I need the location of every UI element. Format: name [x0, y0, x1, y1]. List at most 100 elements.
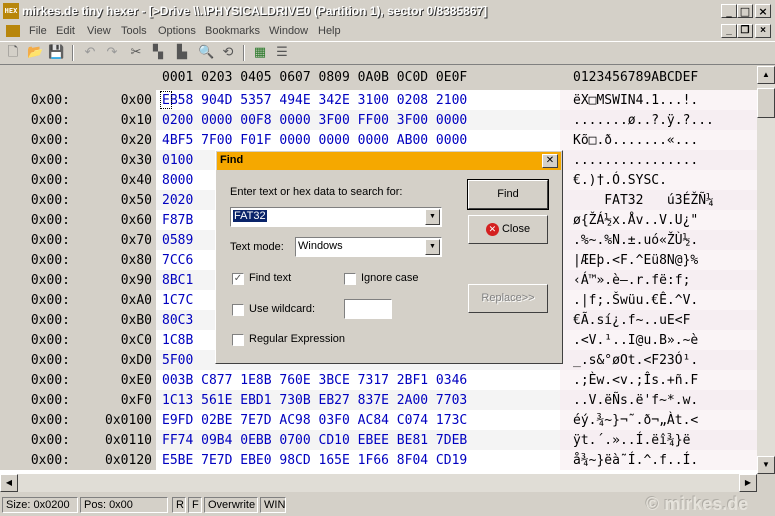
hex-bytes[interactable]: E5BE 7E7D EBE0 98CD 165E 1F66 8F04 CD19	[162, 453, 467, 468]
list-icon[interactable]: ☰	[274, 45, 290, 61]
menu-window[interactable]: Window	[269, 25, 308, 37]
row-address: 0x00: 0x70	[0, 230, 156, 250]
regex-checkbox[interactable]	[232, 334, 244, 346]
text-mode-select[interactable]: Windows ▼	[295, 237, 442, 257]
ascii-bytes[interactable]: ÿt.´.»..Í.ëî¾}ë	[573, 433, 690, 448]
open-icon[interactable]: 📂	[27, 45, 43, 61]
menu-view[interactable]: View	[87, 25, 111, 37]
chevron-down-icon[interactable]: ▼	[425, 239, 440, 255]
cut-icon[interactable]: ✂	[128, 45, 144, 61]
hex-bytes[interactable]: 1C13 561E EBD1 730B EB27 837E 2A00 7703	[162, 393, 467, 408]
app-icon[interactable]: HEX	[3, 3, 19, 19]
ascii-bytes[interactable]: .......ø..?.ÿ.?...	[573, 113, 714, 128]
horizontal-scrollbar[interactable]: ◀ ▶	[0, 474, 757, 492]
ascii-bytes[interactable]: .<V.¹..I@u.B».~è	[573, 333, 698, 348]
hex-bytes[interactable]: EB58 904D 5357 494E 342E 3100 0208 2100	[162, 93, 467, 108]
ascii-bytes[interactable]: €Ã.sí¿.f~..uE<F	[573, 313, 690, 328]
minimize-button[interactable]: _	[721, 4, 737, 18]
ascii-bytes[interactable]: .%~.%N.±.uó«ŽÙ½.	[573, 233, 698, 248]
vertical-scrollbar[interactable]: ▲ ▼	[757, 66, 775, 474]
wildcard-input[interactable]	[344, 299, 392, 319]
menu-edit[interactable]: Edit	[56, 25, 75, 37]
close-button[interactable]: ×	[755, 4, 771, 18]
address-offset: 0x0100	[105, 413, 152, 428]
address-offset: 0x60	[120, 213, 152, 228]
scroll-down-button[interactable]: ▼	[757, 456, 775, 474]
ascii-bytes[interactable]: _.s&°øOt.<F23Ó¹.	[573, 353, 698, 368]
replace-icon[interactable]: ⟲	[220, 45, 236, 61]
menu-options[interactable]: Options	[158, 25, 196, 37]
table-row[interactable]: 0x00: 0x20 4BF5 7F00 F01F 0000 0000 0000 A…	[0, 130, 757, 150]
search-input[interactable]: FAT32 ▼	[230, 207, 442, 227]
ignore-case-checkbox[interactable]	[344, 273, 356, 285]
hex-bytes[interactable]: FF74 09B4 0EBB 0700 CD10 EBEE BE81 7DEB	[162, 433, 467, 448]
ascii-bytes[interactable]: ø{ŽÁ½x.Åv..V.U¿"	[573, 213, 698, 228]
hex-bytes[interactable]: 4BF5 7F00 F01F 0000 0000 0000 AB00 0000	[162, 133, 467, 148]
table-row[interactable]: 0x00: 0x00 EB58 904D 5357 494E 342E 3100 0…	[0, 90, 757, 110]
mdi-restore-button[interactable]: ❐	[737, 24, 753, 38]
scroll-thumb[interactable]	[757, 88, 775, 118]
copy-icon[interactable]: ▚	[150, 45, 166, 61]
new-icon[interactable]: 🗋	[5, 45, 21, 61]
hex-bytes[interactable]: 0200 0000 00F8 0000 3F00 FF00 3F00 0000	[162, 113, 467, 128]
hex-bytes[interactable]: F87B	[162, 213, 193, 228]
find-text-checkbox[interactable]: ✓	[232, 273, 244, 285]
mdi-close-button[interactable]: ×	[755, 24, 771, 38]
dialog-close-button[interactable]: ✕	[542, 154, 558, 168]
menu-tools[interactable]: Tools	[121, 25, 147, 37]
ascii-bytes[interactable]: Kõ□.ð.......«...	[573, 133, 698, 148]
hex-bytes[interactable]: 1C8B	[162, 333, 193, 348]
ascii-bytes[interactable]: ëX□MSWIN4.1...!.	[573, 93, 698, 108]
ascii-bytes[interactable]: FAT32 ú3ÉŽÑ¼	[573, 193, 714, 208]
table-row[interactable]: 0x00: 0xF0 1C13 561E EBD1 730B EB27 837E 2…	[0, 390, 757, 410]
address-offset: 0x0120	[105, 453, 152, 468]
chevron-down-icon[interactable]: ▼	[425, 209, 440, 225]
scroll-right-button[interactable]: ▶	[739, 474, 757, 492]
hex-bytes[interactable]: 7CC6	[162, 253, 193, 268]
menu-file[interactable]: File	[29, 25, 47, 37]
table-row[interactable]: 0x00: 0x10 0200 0000 00F8 0000 3F00 FF00 3…	[0, 110, 757, 130]
hex-bytes[interactable]: 80C3	[162, 313, 193, 328]
save-icon[interactable]: 💾	[48, 45, 64, 61]
hex-bytes[interactable]: 0589	[162, 233, 193, 248]
close-dialog-button[interactable]: ✕ Close	[468, 215, 548, 244]
script-icon[interactable]: ▦	[252, 45, 268, 61]
row-address: 0x00: 0x0120	[0, 450, 156, 470]
ascii-bytes[interactable]: éý.¾~}¬˜.ð¬„Àt.<	[573, 413, 698, 428]
menu-help[interactable]: Help	[318, 25, 341, 37]
ascii-bytes[interactable]: ................	[573, 153, 698, 168]
paste-icon[interactable]: ▙	[174, 45, 190, 61]
hex-bytes[interactable]: 003B C877 1E8B 760E 3BCE 7317 2BF1 0346	[162, 373, 467, 388]
table-row[interactable]: 0x00: 0x0110 FF74 09B4 0EBB 0700 CD10 EBEE…	[0, 430, 757, 450]
undo-icon[interactable]: ↶	[82, 45, 98, 61]
ascii-bytes[interactable]: ..V.ëÑs.ë'f~*.w.	[573, 393, 698, 408]
mdi-minimize-button[interactable]: _	[721, 24, 737, 38]
hex-bytes[interactable]: 8000	[162, 173, 193, 188]
hex-bytes[interactable]: 1C7C	[162, 293, 193, 308]
ascii-bytes[interactable]: .|f;.Šwüu.€Ê.^V.	[573, 293, 698, 308]
ascii-bytes[interactable]: ‹Á™».è—.r.fë:f;	[573, 273, 690, 288]
table-row[interactable]: 0x00: 0x0120 E5BE 7E7D EBE0 98CD 165E 1F66…	[0, 450, 757, 470]
maximize-button[interactable]: □	[737, 4, 753, 18]
ascii-bytes[interactable]: |ÆEþ.<F.^Eü8N@}%	[573, 253, 698, 268]
hex-bytes[interactable]: 0100	[162, 153, 193, 168]
hex-bytes[interactable]: 2020	[162, 193, 193, 208]
redo-icon[interactable]: ↷	[104, 45, 120, 61]
address-sector: 0x00:	[30, 173, 70, 188]
table-row[interactable]: 0x00: 0xE0 003B C877 1E8B 760E 3BCE 7317 2…	[0, 370, 757, 390]
hex-bytes[interactable]: E9FD 02BE 7E7D AC98 03F0 AC84 C074 173C	[162, 413, 467, 428]
hex-bytes[interactable]: 5F00	[162, 353, 193, 368]
document-icon[interactable]	[6, 25, 20, 37]
table-row[interactable]: 0x00: 0x0100 E9FD 02BE 7E7D AC98 03F0 AC84…	[0, 410, 757, 430]
menu-bookmarks[interactable]: Bookmarks	[205, 25, 260, 37]
wildcard-checkbox[interactable]	[232, 304, 244, 316]
replace-button[interactable]: Replace>>	[468, 284, 548, 313]
scroll-up-button[interactable]: ▲	[757, 66, 775, 84]
hex-bytes[interactable]: 8BC1	[162, 273, 193, 288]
find-icon[interactable]: 🔍	[198, 45, 214, 61]
scroll-left-button[interactable]: ◀	[0, 474, 18, 492]
find-button[interactable]: Find	[467, 179, 549, 210]
ascii-bytes[interactable]: .;Èw.<v.;Îs.+ñ.F	[573, 373, 698, 388]
ascii-bytes[interactable]: å¾~}ëà˜Í.^.f..Í.	[573, 453, 698, 468]
ascii-bytes[interactable]: €.)†.Ó.SYSC.	[573, 173, 667, 188]
